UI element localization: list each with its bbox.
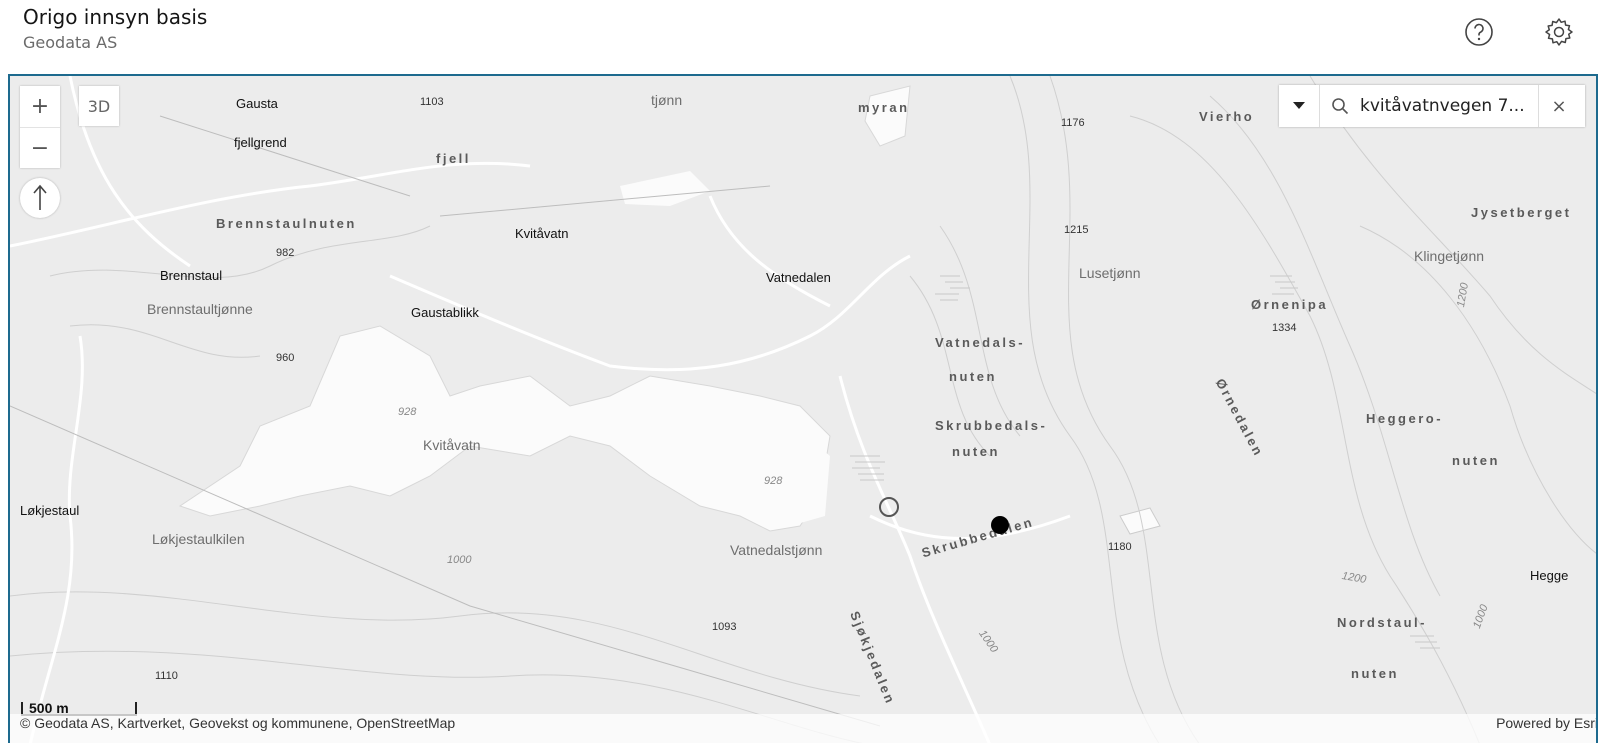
map-label: Kvitåvatn	[423, 437, 481, 453]
elevation-label: 1103	[420, 96, 444, 108]
app-title: Origo innsyn basis	[23, 5, 208, 29]
compass-button[interactable]	[20, 178, 60, 218]
attribution-text[interactable]: © Geodata AS, Kartverket, Geovekst og ko…	[20, 715, 455, 731]
search-result-marker[interactable]	[991, 516, 1009, 534]
map-label: Nordstaul-	[1337, 615, 1427, 630]
map-label: Heggero-	[1366, 411, 1444, 426]
elevation-label: 982	[276, 247, 295, 259]
map-label: Klingetjønn	[1414, 248, 1485, 264]
elevation-label: 1180	[1108, 541, 1132, 553]
elevation-label: 960	[276, 352, 295, 364]
search-input[interactable]	[1360, 96, 1538, 116]
map-label: Kvitåvatn	[515, 226, 569, 241]
clear-search-button[interactable]: ×	[1538, 85, 1579, 127]
attribution-bar: © Geodata AS, Kartverket, Geovekst og ko…	[10, 714, 1596, 743]
map-label: Hegge	[1530, 568, 1569, 583]
map-label: Brennstaultjønne	[147, 301, 253, 317]
help-icon[interactable]	[1463, 16, 1495, 48]
map-label: fjellgrend	[234, 135, 287, 150]
map-label: nuten	[1351, 666, 1399, 681]
elevation-label: 1093	[712, 621, 737, 633]
elevation-label: 1000	[447, 554, 472, 566]
app-header: Origo innsyn basis Geodata AS	[0, 0, 1600, 74]
caret-down-icon	[1293, 102, 1305, 109]
zoom-in-button[interactable]: +	[20, 86, 60, 127]
map-label: Løkjestaul	[20, 503, 80, 518]
map-view[interactable]: Gausta fjellgrend 1103 tjønn myran fjell…	[8, 74, 1598, 743]
map-label: myran	[858, 100, 910, 115]
map-label: Gausta	[236, 96, 278, 111]
map-label: Lusetjønn	[1079, 265, 1141, 281]
elevation-label: 928	[764, 475, 783, 487]
elevation-label: 1215	[1064, 224, 1089, 236]
compass-arrow-icon	[33, 184, 47, 210]
app-subtitle: Geodata AS	[23, 33, 118, 52]
map-label: Løkjestaulkilen	[152, 531, 245, 547]
search-source-dropdown[interactable]	[1279, 85, 1320, 127]
map-label: fjell	[436, 151, 471, 166]
map-label: Vatnedalen	[766, 270, 831, 285]
search-icon	[1320, 85, 1360, 127]
zoom-control: + −	[20, 86, 60, 168]
map-label: Vatnedals-	[935, 335, 1026, 350]
zoom-out-button[interactable]: −	[20, 127, 60, 169]
map-label: nuten	[1452, 453, 1500, 468]
map-label: Brennstaulnuten	[216, 216, 357, 231]
elevation-label: 1334	[1272, 322, 1297, 334]
map-label: Vatnedalstjønn	[730, 542, 823, 558]
map-label: tjønn	[651, 92, 683, 108]
map-label: Vierho	[1199, 109, 1255, 124]
gear-icon[interactable]	[1543, 16, 1575, 48]
map-label: Brennstaul	[160, 268, 223, 283]
elevation-label: 1176	[1061, 117, 1085, 129]
view-3d-button[interactable]: 3D	[79, 86, 119, 126]
map-label: Ørnenipa	[1251, 297, 1329, 312]
elevation-label: 1110	[155, 670, 178, 682]
basemap	[10, 76, 1596, 743]
location-marker[interactable]	[879, 497, 899, 517]
map-label: nuten	[952, 444, 1000, 459]
map-label: Gaustablikk	[411, 305, 479, 320]
search-widget: ×	[1279, 85, 1585, 127]
elevation-label: 928	[398, 406, 417, 418]
map-label: Jysetberget	[1471, 205, 1572, 220]
map-label: Skrubbedals-	[935, 418, 1048, 433]
powered-by-label[interactable]: Powered by Esri	[1496, 715, 1596, 731]
map-label: nuten	[949, 369, 997, 384]
